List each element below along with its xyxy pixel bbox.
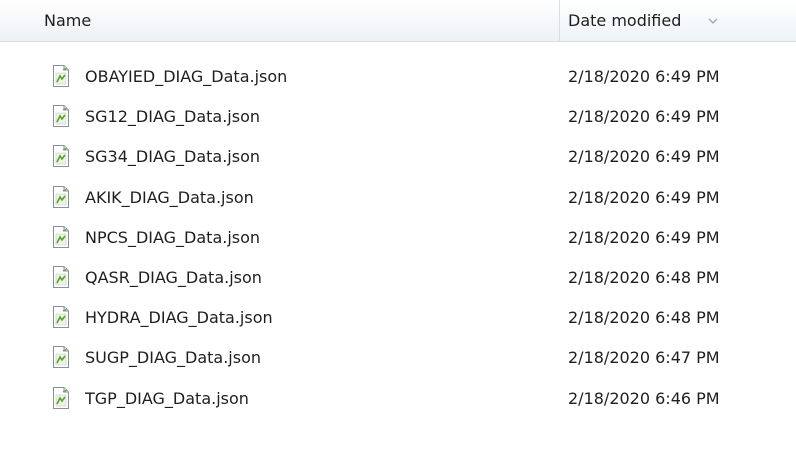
file-date-modified: 2/18/2020 6:49 PM — [568, 147, 720, 167]
file-name: SG34_DIAG_Data.json — [85, 147, 261, 167]
file-name: NPCS_DIAG_Data.json — [85, 227, 261, 247]
file-list-view: Name Date modified OBAYIED_DIAG_Data.jso… — [0, 0, 796, 451]
column-header-date-label: Date modified — [568, 11, 682, 30]
file-name: SUGP_DIAG_Data.json — [85, 348, 262, 368]
chevron-down-icon — [707, 10, 719, 30]
file-date-modified: 2/18/2020 6:47 PM — [568, 348, 720, 368]
list-item[interactable]: OBAYIED_DIAG_Data.json 2/18/2020 6:49 PM — [0, 56, 796, 96]
json-file-icon — [50, 386, 72, 410]
list-item[interactable]: AKIK_DIAG_Data.json 2/18/2020 6:49 PM — [0, 177, 796, 217]
file-list: OBAYIED_DIAG_Data.json 2/18/2020 6:49 PM… — [0, 56, 796, 418]
file-date-modified: 2/18/2020 6:49 PM — [568, 227, 720, 247]
column-header-date-modified[interactable]: Date modified — [561, 0, 796, 41]
file-date-modified: 2/18/2020 6:49 PM — [568, 107, 720, 127]
json-file-icon — [50, 225, 72, 249]
file-name: TGP_DIAG_Data.json — [85, 388, 249, 408]
file-name: HYDRA_DIAG_Data.json — [85, 308, 273, 328]
json-file-icon — [50, 265, 72, 289]
json-file-icon — [50, 305, 72, 329]
file-date-modified: 2/18/2020 6:49 PM — [568, 67, 720, 86]
column-header-name[interactable]: Name — [0, 0, 560, 41]
json-file-icon — [50, 104, 72, 128]
column-header-name-label: Name — [44, 11, 92, 30]
list-item[interactable]: TGP_DIAG_Data.json 2/18/2020 6:46 PM — [0, 378, 796, 418]
column-header-bar: Name Date modified — [0, 0, 796, 42]
file-name: AKIK_DIAG_Data.json — [85, 187, 254, 207]
json-file-icon — [50, 345, 72, 369]
json-file-icon — [50, 144, 72, 168]
file-date-modified: 2/18/2020 6:49 PM — [568, 187, 720, 207]
list-item[interactable]: HYDRA_DIAG_Data.json 2/18/2020 6:48 PM — [0, 297, 796, 337]
list-item[interactable]: SG12_DIAG_Data.json 2/18/2020 6:49 PM — [0, 96, 796, 136]
file-date-modified: 2/18/2020 6:46 PM — [568, 388, 720, 408]
json-file-icon — [50, 64, 72, 88]
list-item[interactable]: NPCS_DIAG_Data.json 2/18/2020 6:49 PM — [0, 217, 796, 257]
file-name: QASR_DIAG_Data.json — [85, 267, 262, 287]
list-item[interactable]: SUGP_DIAG_Data.json 2/18/2020 6:47 PM — [0, 337, 796, 377]
file-name: SG12_DIAG_Data.json — [85, 107, 261, 127]
list-item[interactable]: QASR_DIAG_Data.json 2/18/2020 6:48 PM — [0, 257, 796, 297]
list-item[interactable]: SG34_DIAG_Data.json 2/18/2020 6:49 PM — [0, 136, 796, 176]
file-date-modified: 2/18/2020 6:48 PM — [568, 308, 720, 328]
json-file-icon — [50, 185, 72, 209]
file-date-modified: 2/18/2020 6:48 PM — [568, 267, 720, 287]
file-name: OBAYIED_DIAG_Data.json — [85, 67, 288, 86]
